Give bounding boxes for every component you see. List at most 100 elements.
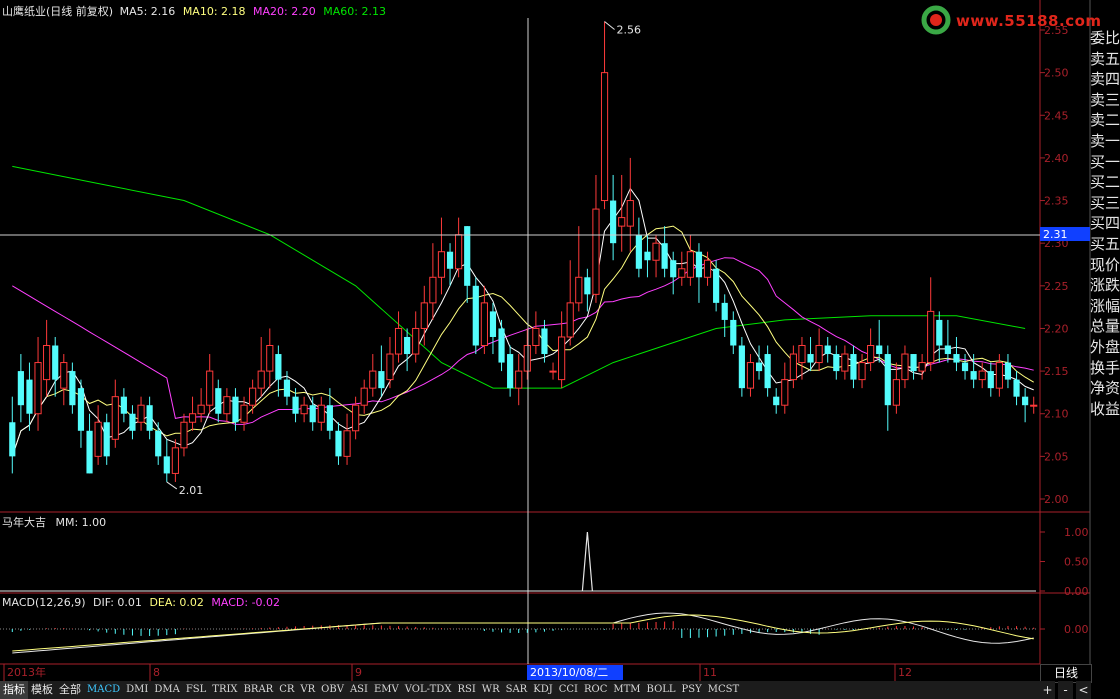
candle-down [86, 430, 93, 474]
candle-up [412, 327, 420, 355]
candle-down [584, 277, 591, 295]
macd-tick-label: 0.00 [1064, 623, 1089, 636]
candle-up [978, 370, 986, 381]
candle-down [755, 362, 763, 372]
tab-all[interactable]: 全部 [56, 681, 84, 699]
tab-indicator-boll[interactable]: BOLL [644, 681, 679, 699]
candle-down [120, 396, 127, 414]
candle-down [446, 251, 454, 269]
candle-down [155, 430, 162, 457]
tab-indicator-dma[interactable]: DMA [151, 681, 182, 699]
ma5-line [11, 187, 1034, 457]
candle-up [841, 353, 849, 372]
tab-indicator-rsi[interactable]: RSI [454, 681, 478, 699]
price-tick-label: 2.00 [1044, 493, 1069, 506]
macd-value: MACD: -0.02 [211, 596, 281, 609]
tab-indicator-brar[interactable]: BRAR [241, 681, 277, 699]
tab-indicator-asi[interactable]: ASI [347, 681, 371, 699]
tab-indicator-macd[interactable]: MACD [84, 681, 123, 699]
candle-down [326, 405, 333, 431]
candle-down [378, 371, 385, 389]
candle-down [824, 345, 831, 355]
order-panel-label: 买一 [1090, 152, 1120, 171]
tab-indicator-sar[interactable]: SAR [503, 681, 531, 699]
macd-header: MACD(12,26,9) DIF: 0.01 DEA: 0.02 MACD: … [2, 596, 280, 609]
order-panel-label: 买五 [1090, 234, 1120, 253]
tab-indicator-vr[interactable]: VR [297, 681, 318, 699]
tab-indicator-mcst[interactable]: MCST [705, 681, 742, 699]
candle-up [858, 362, 866, 381]
candle-down [721, 302, 728, 320]
candle-down [77, 388, 85, 431]
tab-indicator-wr[interactable]: WR [479, 681, 503, 699]
candle-down [232, 396, 239, 423]
tab-indicator-cr[interactable]: CR [276, 681, 297, 699]
price-tick-label: 2.10 [1044, 408, 1069, 421]
candle-down [26, 379, 33, 414]
scroll-left-button[interactable]: < [1076, 681, 1091, 699]
tab-indicator-dmi[interactable]: DMI [123, 681, 151, 699]
price-tick-label: 2.40 [1044, 152, 1069, 165]
candle-down [283, 379, 291, 397]
candle-down [635, 234, 642, 269]
tab-indicator[interactable]: 指标 [0, 681, 28, 699]
ma20-line [12, 257, 1034, 425]
candle-up [781, 379, 789, 406]
candle-down [884, 354, 891, 406]
candle-up [437, 251, 446, 278]
price-tick-label: 2.25 [1044, 280, 1069, 293]
tab-indicator-mtm[interactable]: MTM [610, 681, 643, 699]
candle-down [541, 328, 548, 355]
candle-up [901, 353, 909, 381]
candle-up [892, 379, 900, 406]
candle-down [695, 251, 703, 278]
chart-header: 山鹰纸业(日线 前复权) MA5: 2.16 MA10: 2.18 MA20: … [2, 3, 386, 19]
high-label: 2.56 [617, 23, 642, 36]
candle-up [266, 345, 274, 372]
candle-up [703, 259, 712, 278]
candle-down [738, 345, 745, 389]
tab-indicator-roc[interactable]: ROC [581, 681, 610, 699]
candle-down [489, 311, 497, 337]
candle-up [480, 302, 488, 347]
candle-down [507, 354, 514, 389]
tab-indicator-trix[interactable]: TRIX [209, 681, 240, 699]
ma10-label: MA10: 2.18 [182, 5, 246, 18]
order-panel-label: 卖五 [1090, 49, 1120, 68]
tab-indicator-kdj[interactable]: KDJ [530, 681, 556, 699]
candle-up [206, 370, 214, 406]
candle-down [9, 422, 16, 457]
tab-indicator-vol-tdx[interactable]: VOL-TDX [402, 681, 455, 699]
tab-indicator-cci[interactable]: CCI [556, 681, 581, 699]
candle-down [292, 396, 299, 414]
candle-up [789, 353, 797, 381]
candle-up [240, 404, 248, 423]
tab-indicator-fsl[interactable]: FSL [183, 681, 209, 699]
watermark-text: www.55188.com [956, 12, 1102, 30]
candle-up [558, 336, 566, 381]
candle-up [257, 370, 265, 389]
macd-dea-line [12, 614, 1034, 652]
candle-down [773, 396, 780, 406]
zoom-out-button[interactable]: - [1058, 681, 1073, 699]
candle-up [626, 200, 634, 227]
candle-up [300, 404, 308, 415]
candle-up [867, 345, 875, 364]
candle-down [644, 251, 651, 261]
tab-indicator-obv[interactable]: OBV [318, 681, 347, 699]
tab-template[interactable]: 模板 [28, 681, 56, 699]
zoom-in-button[interactable]: + [1040, 681, 1055, 699]
stock-chart[interactable]: 2.552.502.452.402.352.302.252.202.152.10… [0, 0, 1120, 699]
tab-indicator-psy[interactable]: PSY [679, 681, 705, 699]
candle-up [995, 362, 1003, 389]
tab-indicator-emv[interactable]: EMV [371, 681, 402, 699]
price-tick-label: 2.15 [1044, 365, 1069, 378]
order-panel-label: 卖一 [1090, 131, 1120, 150]
low-label: 2.01 [179, 484, 204, 497]
candle-down [713, 268, 720, 303]
order-panel-label: 买三 [1090, 193, 1120, 212]
candle-up [94, 421, 102, 457]
candle-down [961, 362, 969, 372]
ma60-label: MA60: 2.13 [323, 5, 386, 18]
price-tick-label: 2.35 [1044, 195, 1069, 208]
